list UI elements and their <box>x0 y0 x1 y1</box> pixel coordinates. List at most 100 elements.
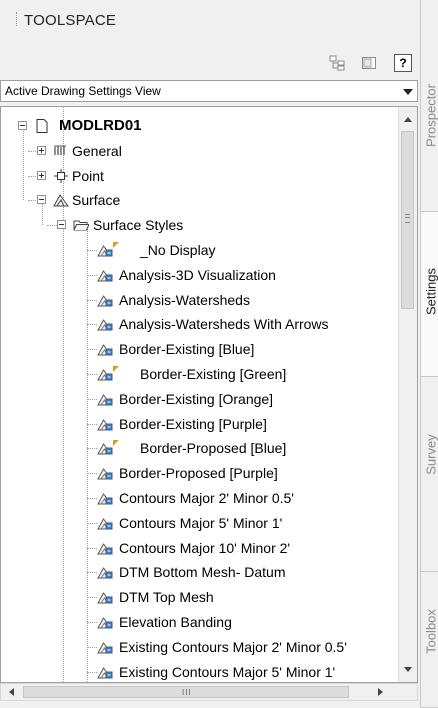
surface-style-label: Border-Proposed [Blue] <box>140 440 287 457</box>
scroll-left-arrow-icon[interactable] <box>9 688 14 696</box>
tree-item-surface-style[interactable]: Border-Existing [Green] <box>1 363 397 385</box>
item-view-icon[interactable] <box>360 54 378 72</box>
surface-icon <box>53 192 69 208</box>
surface-style-label: Analysis-3D Visualization <box>119 266 276 283</box>
settings-tree: MODLRD01 General Point Surface Surface Style… <box>0 106 418 683</box>
tree-item-label: Surface Styles <box>93 217 184 234</box>
tree-item-surface-style[interactable]: Border-Existing [Purple] <box>1 413 397 435</box>
surface-style-icon <box>97 664 113 680</box>
tree-item-surface-style[interactable]: _No Display <box>1 239 397 261</box>
surface-style-label: Analysis-Watersheds <box>119 291 250 308</box>
surface-style-icon <box>97 292 113 308</box>
drawing-icon <box>34 118 50 134</box>
surface-style-label: Existing Contours Major 5' Minor 1' <box>119 663 336 680</box>
collapse-toggle-icon[interactable] <box>18 121 27 130</box>
view-selector-value: Active Drawing Settings View <box>5 84 161 98</box>
surface-style-label: Contours Major 5' Minor 1' <box>119 514 283 531</box>
surface-style-icon <box>97 515 113 531</box>
tree-item-surface-style[interactable]: Border-Proposed [Blue] <box>1 437 397 459</box>
surface-style-label: Border-Existing [Orange] <box>119 390 274 407</box>
hierarchy-icon[interactable] <box>328 54 346 72</box>
tree-item-surface-style[interactable]: DTM Top Mesh <box>1 586 397 608</box>
tab-toolbox-label: Toolbox <box>423 609 438 654</box>
surface-style-icon <box>97 440 113 456</box>
tree-item-label: General <box>72 142 122 159</box>
horizontal-scroll-thumb[interactable]: III <box>23 686 349 698</box>
hscroll-grip: III <box>182 688 192 697</box>
tree-item-general[interactable]: General <box>1 140 397 162</box>
vertical-scroll-thumb[interactable] <box>401 131 414 309</box>
chevron-down-icon[interactable] <box>403 89 413 95</box>
tree-item-surface-style[interactable]: Contours Major 2' Minor 0.5' <box>1 487 397 509</box>
surface-style-label: Border-Existing [Purple] <box>119 415 267 432</box>
tree-item-surface-style[interactable]: Existing Contours Major 2' Minor 0.5' <box>1 636 397 658</box>
surface-style-icon <box>97 341 113 357</box>
side-tab-strip: Prospector Settings Survey Toolbox <box>420 0 438 708</box>
titlebar-grip[interactable] <box>16 12 19 26</box>
surface-style-icon <box>97 639 113 655</box>
surface-style-icon <box>97 316 113 332</box>
tree-item-surface-style[interactable]: Border-Existing [Blue] <box>1 338 397 360</box>
surface-style-icon <box>97 391 113 407</box>
surface-style-icon <box>97 490 113 506</box>
tree-item-surface-style[interactable]: Elevation Banding <box>1 611 397 633</box>
tree-item-surface-style[interactable]: Existing Contours Major 5' Minor 1' <box>1 661 397 682</box>
override-flag-icon <box>113 242 119 248</box>
tab-survey[interactable]: Survey <box>421 377 438 572</box>
surface-style-icon <box>97 540 113 556</box>
tab-prospector[interactable]: Prospector <box>421 44 438 212</box>
expand-toggle-icon[interactable] <box>37 170 46 180</box>
horizontal-scrollbar[interactable]: III <box>0 683 418 701</box>
surface-style-label: Elevation Banding <box>119 614 232 630</box>
tree-item-surface[interactable]: Surface <box>1 189 397 211</box>
surface-style-icon <box>97 242 113 258</box>
expand-toggle-icon[interactable] <box>37 145 46 155</box>
surface-style-label: Existing Contours Major 2' Minor 0.5' <box>119 638 347 655</box>
tab-prospector-label: Prospector <box>423 84 438 147</box>
palette-title: TOOLSPACE <box>24 12 117 29</box>
tree-item-surface-style[interactable]: Contours Major 5' Minor 1' <box>1 512 397 534</box>
tree-item-surface-style[interactable]: DTM Bottom Mesh- Datum <box>1 561 397 583</box>
tree-root[interactable]: MODLRD01 <box>1 115 397 137</box>
surface-style-label: Border-Existing [Green] <box>140 366 287 382</box>
tree-item-surface-style[interactable]: Border-Existing [Orange] <box>1 388 397 410</box>
tab-settings-label: Settings <box>423 268 438 315</box>
surface-style-icon <box>97 416 113 432</box>
folder-open-icon <box>73 217 90 233</box>
tab-toolbox[interactable]: Toolbox <box>421 572 438 708</box>
palette-titlebar[interactable]: TOOLSPACE <box>0 0 418 44</box>
collapse-toggle-icon[interactable] <box>57 220 66 230</box>
tree-item-surface-style[interactable]: Analysis-Watersheds <box>1 289 397 311</box>
tree-item-surface-style[interactable]: Analysis-Watersheds With Arrows <box>1 313 397 335</box>
surface-style-icon <box>97 564 113 580</box>
override-flag-icon <box>113 440 119 447</box>
vertical-scrollbar[interactable] <box>398 107 417 682</box>
override-flag-icon <box>113 366 119 372</box>
collapse-toggle-icon[interactable] <box>37 195 46 205</box>
tree-item-surface-style[interactable]: Contours Major 10' Minor 2' <box>1 537 397 559</box>
surface-style-label: _No Display <box>140 242 216 258</box>
tree-item-surface-style[interactable]: Border-Proposed [Purple] <box>1 462 397 484</box>
surface-style-icon <box>97 366 113 382</box>
tree-item-label: Point <box>72 167 104 184</box>
surface-style-label: Border-Proposed [Purple] <box>119 465 278 482</box>
help-button[interactable]: ? <box>394 54 412 72</box>
surface-style-label: Contours Major 2' Minor 0.5' <box>119 490 294 506</box>
tree-item-point[interactable]: Point <box>1 165 397 187</box>
tree-item-surface-styles[interactable]: Surface Styles <box>1 214 397 236</box>
tab-settings[interactable]: Settings <box>421 212 438 377</box>
tree-item-surface-style[interactable]: Analysis-3D Visualization <box>1 264 397 286</box>
surface-style-label: Border-Existing [Blue] <box>119 341 255 358</box>
scroll-down-arrow-icon[interactable] <box>404 667 412 672</box>
surface-style-label: Analysis-Watersheds With Arrows <box>119 316 329 333</box>
scroll-right-arrow-icon[interactable] <box>378 688 383 696</box>
surface-style-icon <box>97 589 113 605</box>
surface-style-icon <box>97 614 113 630</box>
tab-survey-label: Survey <box>423 434 438 475</box>
view-selector-dropdown[interactable]: Active Drawing Settings View <box>0 80 418 102</box>
toolbar: ? <box>0 46 418 76</box>
tree-root-label: MODLRD01 <box>59 117 142 134</box>
point-icon <box>53 168 69 184</box>
scroll-up-arrow-icon[interactable] <box>404 117 412 122</box>
tree-item-label: Surface <box>72 192 121 209</box>
